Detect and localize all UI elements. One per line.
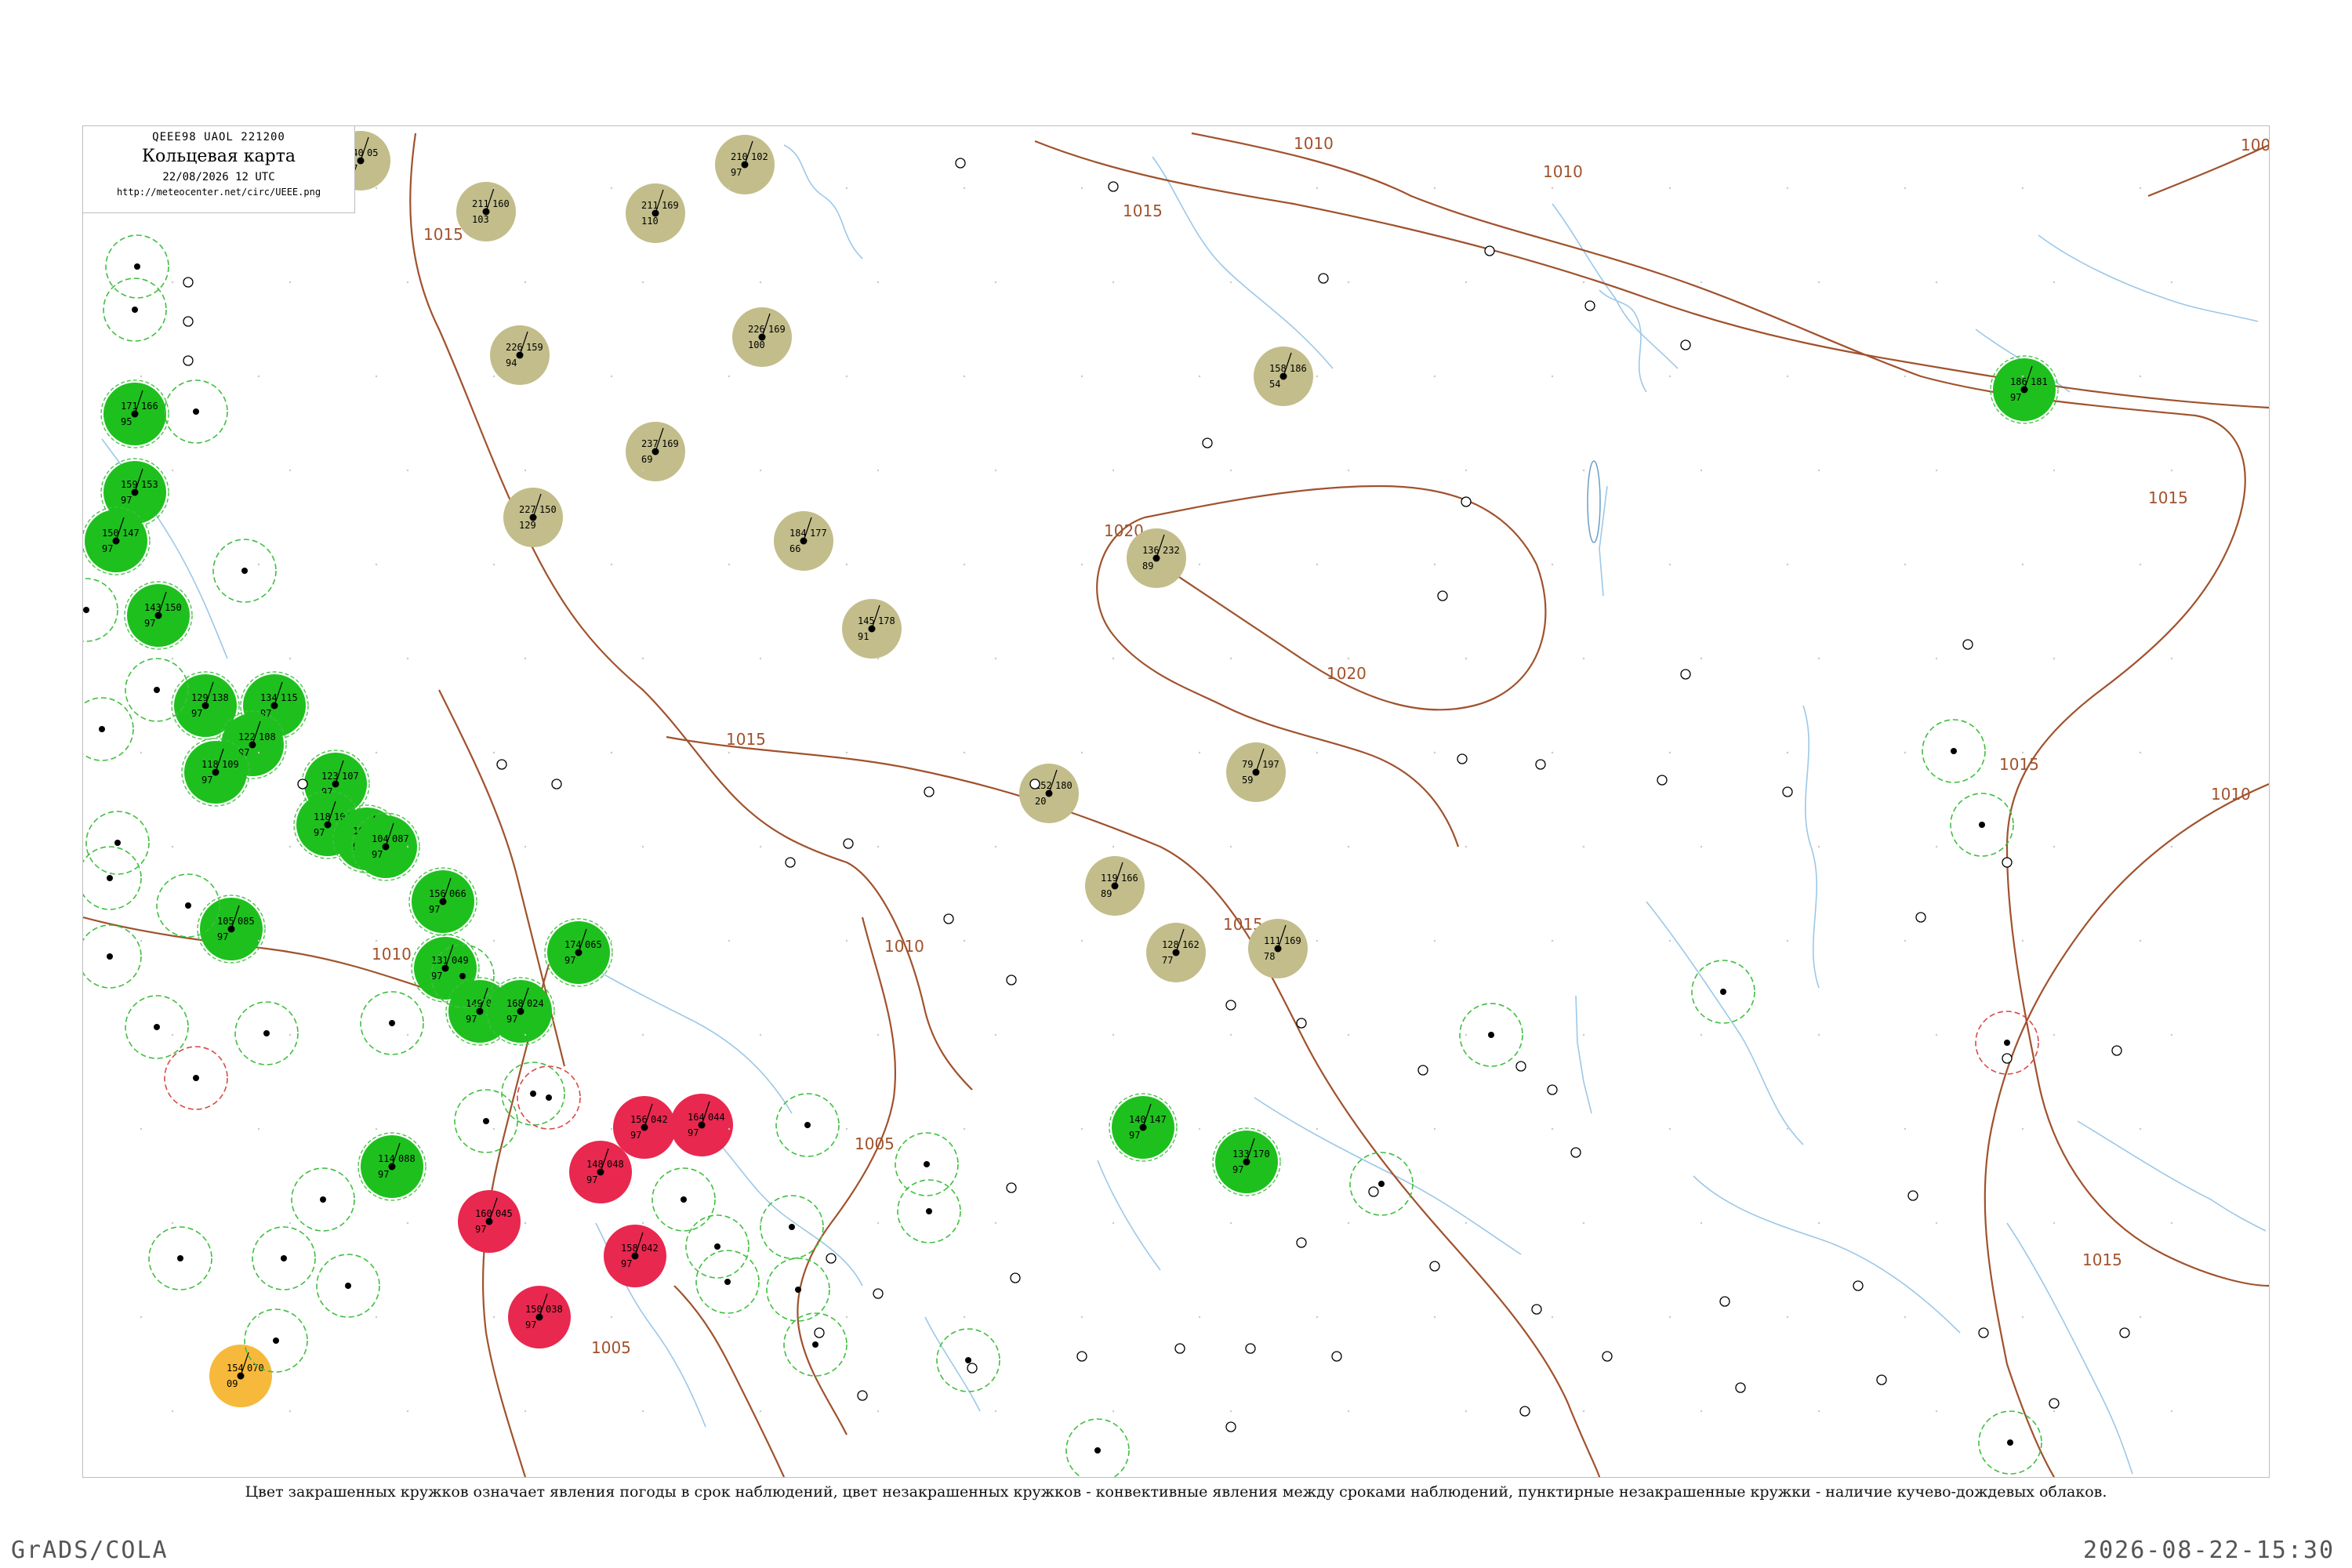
bulletin-code: QEEE98 UAOL 221200 bbox=[152, 131, 285, 143]
map-frame bbox=[82, 125, 2270, 1478]
map-title-box: QEEE98 UAOL 221200 Кольцевая карта 22/08… bbox=[82, 125, 355, 213]
map-url[interactable]: http://meteocenter.net/circ/UEEE.png bbox=[83, 187, 354, 198]
map-datetime: 22/08/2026 12 UTC bbox=[162, 171, 275, 183]
map-caption: Цвет закрашенных кружков означает явлени… bbox=[245, 1483, 2107, 1501]
footer-timestamp: 2026-08-22-15:30 bbox=[2083, 1537, 2335, 1564]
footer-software-label: GrADS/COLA bbox=[11, 1537, 169, 1564]
isobar-label: 1015 bbox=[2010, 1536, 2050, 1555]
map-title: Кольцевая карта bbox=[141, 147, 296, 166]
